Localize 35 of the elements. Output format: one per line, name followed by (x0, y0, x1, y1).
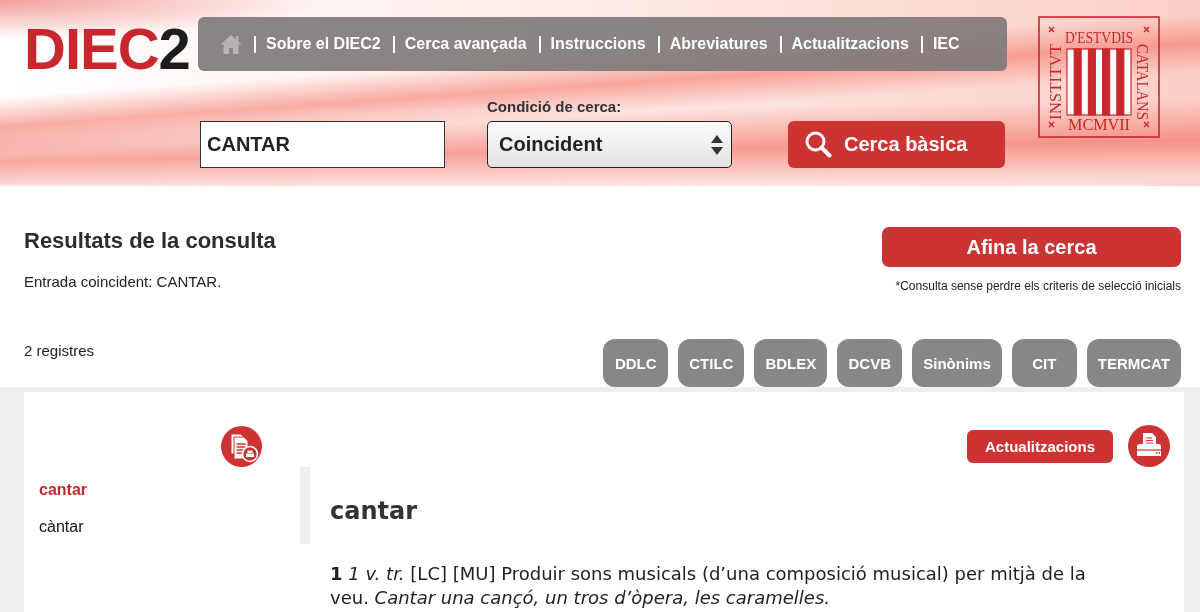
source-button[interactable]: Sinònims (912, 339, 1002, 387)
nav-link[interactable]: Instruccions (550, 34, 646, 54)
sidebar-item[interactable]: càntar (24, 513, 99, 541)
source-button[interactable]: TERMCAT (1086, 339, 1181, 387)
refine-search-button[interactable]: Afina la cerca (882, 227, 1181, 267)
sidebar-item[interactable]: cantar (24, 476, 103, 504)
condition-label: Condició de cerca: (487, 98, 623, 116)
results-title: Resultats de la consulta (24, 227, 276, 255)
source-button[interactable]: CTILC (678, 339, 745, 387)
source-button[interactable]: BDLEX (754, 339, 828, 387)
source-button[interactable]: DCVB (837, 339, 903, 387)
printer-icon[interactable] (1128, 425, 1170, 467)
search-field[interactable]: CANTAR (200, 121, 445, 168)
search-icon (805, 131, 832, 158)
nav-link[interactable]: Abreviatures (669, 34, 768, 54)
headword: cantar (330, 496, 418, 526)
seal-text: CATALANS (1134, 44, 1151, 127)
nav-link[interactable]: Sobre el DIEC2 (266, 34, 381, 54)
documents-icon[interactable] (221, 425, 262, 467)
results-summary: Entrada coincident: CANTAR. (24, 273, 223, 291)
definition-text: 1 1 v. tr. [LC] [MU] Produir sons musicals (d’una composició musical) per mitjà de la veu. Cantar una cançó, un tros d’òpera, les caramelles. (330, 562, 1087, 610)
site-logo: DIEC2 (24, 20, 191, 78)
nav-link[interactable]: IEC (932, 34, 960, 54)
source-button[interactable]: CIT (1011, 339, 1077, 387)
seal-text: MCMVII (1068, 115, 1134, 134)
select-arrows-icon (711, 134, 723, 155)
nav-link[interactable]: Cerca avançada (404, 34, 527, 54)
nav-link[interactable]: Actualitzacions (791, 34, 909, 54)
refine-note: *Consulta sense perdre els criteris de selecció inicials (895, 279, 1181, 294)
source-button[interactable]: DDLC (603, 339, 669, 387)
updates-button[interactable]: Actualitzacions (966, 429, 1113, 463)
condition-select[interactable]: Coincident (487, 121, 732, 168)
record-count: 2 registres (24, 342, 95, 360)
seal-text: INSTITVT (1047, 48, 1064, 120)
search-button[interactable]: Cerca bàsica (788, 121, 1005, 168)
